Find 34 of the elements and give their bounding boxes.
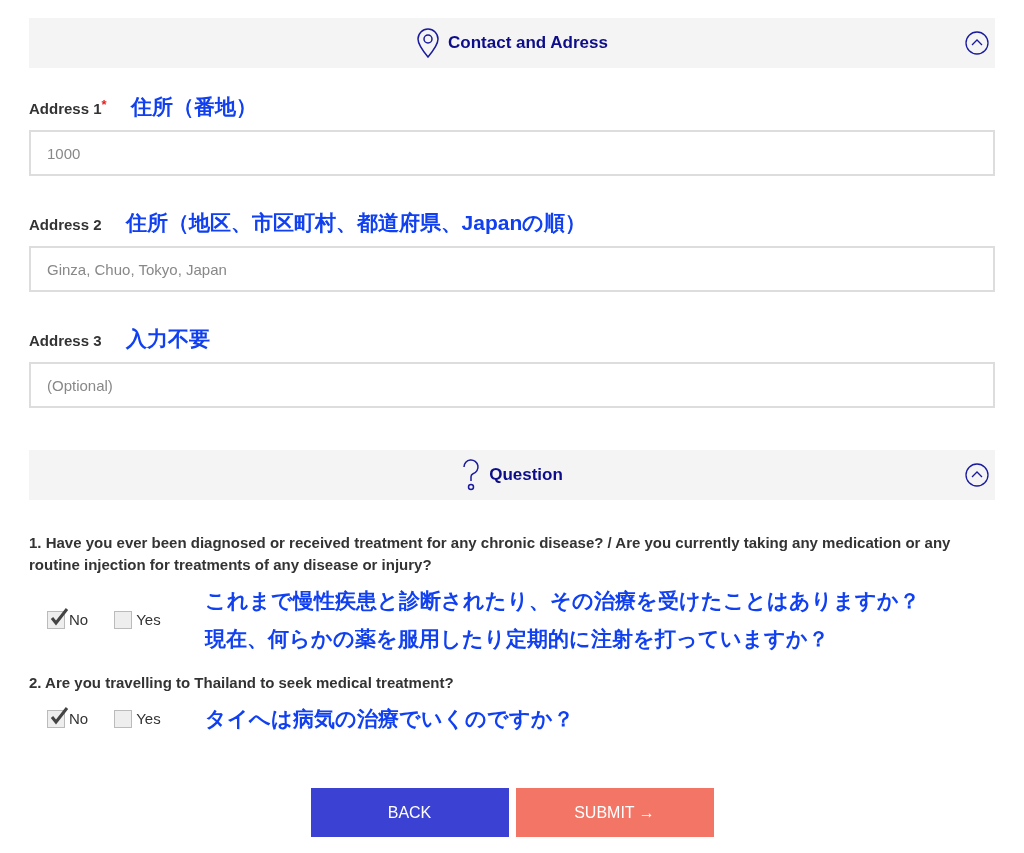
annotation-text: これまで慢性疾患と診断されたり、その治療を受けたことはありますか？ (205, 588, 920, 615)
question-text: 2. Are you travelling to Thailand to seek medical treatment? (29, 673, 455, 693)
required-asterisk: * (101, 97, 107, 112)
collapse-chevron-icon[interactable] (965, 463, 989, 487)
checkbox-option[interactable]: Yes (114, 707, 161, 731)
checkbox[interactable] (47, 710, 65, 728)
collapse-chevron-icon[interactable] (965, 31, 989, 55)
field-label: Address 1 (29, 98, 102, 119)
section-title: Contact and Adress (448, 32, 608, 55)
section-header[interactable]: Question (29, 450, 995, 500)
question-text: 1. Have you ever been diagnosed or received treatment for any chronic disease? / Are you currently taking any medication or any routine injection for treatments of any disease or injury? (29, 533, 952, 575)
annotation-text: 入力不要 (125, 326, 210, 352)
checkbox[interactable] (47, 611, 65, 629)
checkmark-icon (49, 706, 69, 726)
annotation-text: 住所（番地） (130, 94, 257, 120)
checkbox[interactable] (114, 710, 133, 728)
question-mark-icon (461, 458, 482, 492)
field-label: Address 2 (29, 214, 102, 235)
address-field[interactable]: (Optional) (29, 362, 995, 408)
back-button[interactable]: BACK (310, 788, 509, 837)
annotation-text: 住所（地区、市区町村、都道府県、Japanの順） (125, 210, 587, 236)
checkbox-option[interactable]: Yes (114, 608, 161, 632)
checkbox[interactable] (114, 611, 133, 629)
annotation-text: 現在、何らかの薬を服用したり定期的に注射を打っていますか？ (205, 626, 830, 652)
address-field[interactable]: Ginza, Chuo, Tokyo, Japan (29, 246, 995, 292)
checkbox-option[interactable]: No (47, 608, 89, 632)
location-pin-icon (416, 28, 440, 58)
address-field[interactable]: 1000 (29, 130, 995, 176)
annotation-text: タイへは病気の治療でいくのですか？ (205, 706, 574, 732)
section-header[interactable]: Contact and Adress (29, 18, 995, 68)
checkbox-option[interactable]: No (47, 707, 89, 731)
checkmark-icon (49, 607, 69, 627)
field-label: Address 3 (29, 330, 102, 351)
section-title: Question (489, 464, 563, 487)
